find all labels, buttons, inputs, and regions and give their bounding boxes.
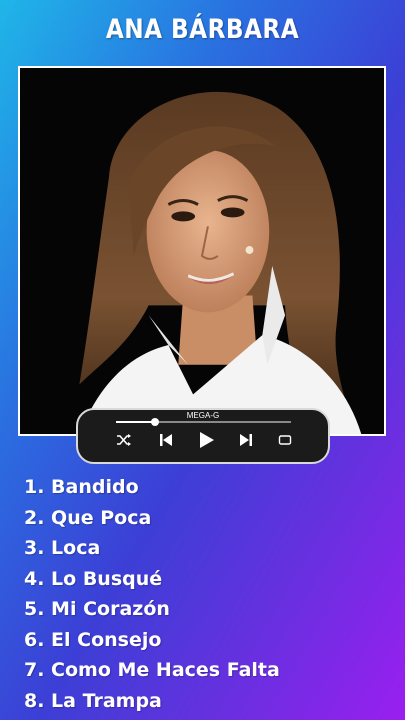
shuffle-icon[interactable]: [116, 432, 132, 448]
music-player-controls: MEGA-G: [76, 408, 330, 464]
page-title: ANA BÁRBARA: [105, 14, 300, 45]
next-icon[interactable]: [238, 432, 254, 448]
list-item[interactable]: 4. Lo Busqué: [24, 564, 280, 595]
list-item[interactable]: 5. Mi Corazón: [24, 594, 280, 625]
progress-bar[interactable]: [116, 418, 291, 426]
list-item[interactable]: 6. El Consejo: [24, 625, 280, 656]
progress-fill: [116, 421, 155, 423]
previous-icon[interactable]: [158, 432, 174, 448]
portrait-image: [20, 68, 384, 434]
list-item[interactable]: 1. Bandido: [24, 472, 280, 503]
list-item[interactable]: 3. Loca: [24, 533, 280, 564]
list-item[interactable]: 7. Como Me Haces Falta: [24, 655, 280, 686]
list-item[interactable]: 8. La Trampa: [24, 686, 280, 717]
repeat-icon[interactable]: [278, 434, 292, 446]
player-label: MEGA-G: [186, 411, 220, 420]
list-item[interactable]: 2. Que Poca: [24, 503, 280, 534]
progress-knob[interactable]: [150, 418, 159, 426]
song-list: 1. Bandido 2. Que Poca 3. Loca 4. Lo Bus…: [24, 472, 280, 716]
artist-photo: [18, 66, 386, 436]
play-icon[interactable]: [196, 430, 216, 450]
